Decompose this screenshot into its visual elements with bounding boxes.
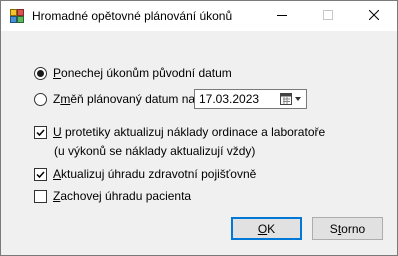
radio-keep-date-indicator[interactable]: [34, 66, 47, 80]
title-bar[interactable]: Hromadné opětovné plánování úkonů: [1, 1, 397, 31]
radio-keep-date-label: Ponechej úkonům původní datum: [53, 66, 232, 80]
close-icon: [368, 9, 380, 23]
ok-button[interactable]: OK: [231, 217, 302, 240]
dialog-window: Hromadné opětovné plánování úkonů Ponech…: [0, 0, 398, 256]
close-button[interactable]: [351, 1, 397, 31]
app-icon: [10, 9, 24, 23]
window-title: Hromadné opětovné plánování úkonů: [32, 9, 233, 23]
radio-change-date[interactable]: Změň plánovaný datum na:: [34, 92, 198, 106]
cancel-button-label: Storno: [329, 221, 366, 236]
checkbox-keep-patient-payment-box[interactable]: [34, 189, 47, 203]
checkbox-keep-patient-payment-label: Zachovej úhradu pacienta: [53, 189, 192, 203]
checkbox-keep-patient-payment[interactable]: Zachovej úhradu pacienta: [34, 189, 191, 203]
ok-button-label: OK: [257, 221, 276, 236]
radio-change-date-indicator[interactable]: [34, 92, 47, 106]
cancel-button[interactable]: Storno: [312, 217, 383, 240]
date-value[interactable]: 17.03.2023: [199, 92, 259, 107]
date-picker[interactable]: 17.03.2023: [194, 89, 307, 109]
checkbox-update-insurance[interactable]: Aktualizuj úhradu zdravotní pojišťovně: [34, 167, 256, 181]
checkbox-update-costs[interactable]: U protetiky aktualizuj náklady ordinace …: [34, 125, 325, 139]
maximize-button[interactable]: [305, 1, 351, 31]
radio-change-date-label: Změň plánovaný datum na:: [53, 92, 199, 106]
radio-keep-date[interactable]: Ponechej úkonům původní datum: [34, 66, 232, 80]
maximize-icon: [323, 9, 333, 23]
checkbox-update-insurance-label: Aktualizuj úhradu zdravotní pojišťovně: [53, 167, 257, 181]
minimize-button[interactable]: [259, 1, 305, 31]
checkbox-update-costs-label: U protetiky aktualizuj náklady ordinace …: [53, 125, 326, 139]
update-costs-note: (u výkonů se náklady aktualizují vždy): [54, 144, 256, 158]
minimize-icon: [277, 9, 287, 23]
checkbox-update-costs-box[interactable]: [34, 125, 47, 139]
calendar-dropdown-icon[interactable]: [279, 92, 305, 106]
checkbox-update-insurance-box[interactable]: [34, 167, 47, 181]
